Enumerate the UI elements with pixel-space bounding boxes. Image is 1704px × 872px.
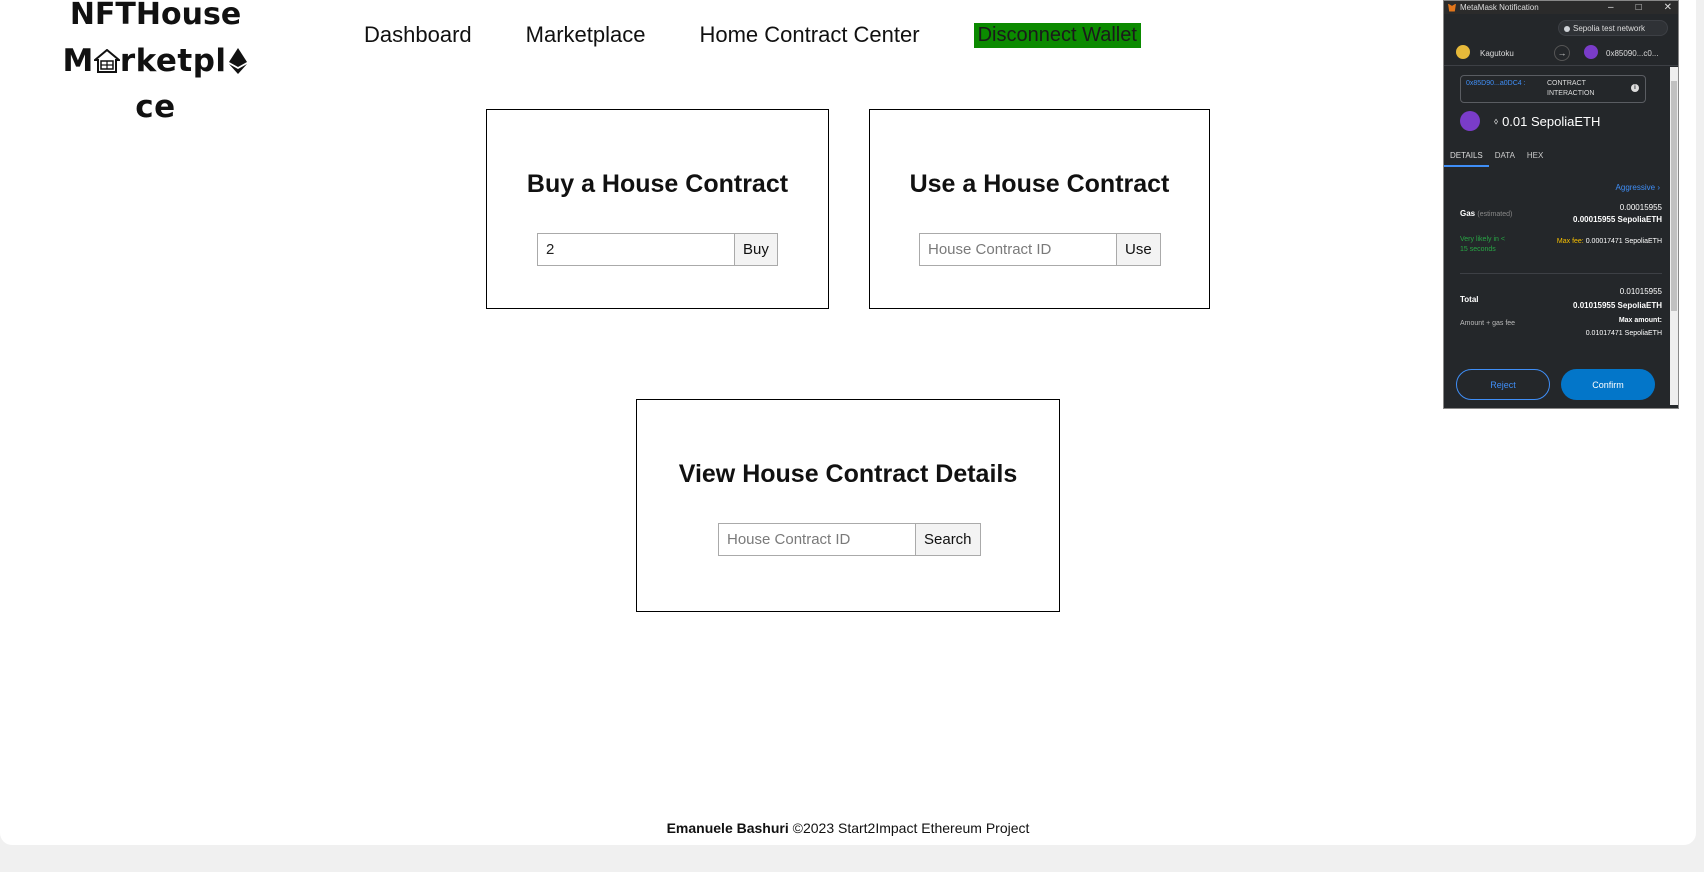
likely-text: Very likely in < 15 seconds bbox=[1460, 236, 1505, 253]
reject-button[interactable]: Reject bbox=[1456, 369, 1550, 400]
from-account-name: Kagutoku bbox=[1480, 49, 1514, 58]
gas-value: 0.00015955 bbox=[1619, 203, 1662, 212]
mm-details-panel: Aggressive › Gas (estimated) 0.00015955 … bbox=[1444, 167, 1678, 367]
nav-marketplace[interactable]: Marketplace bbox=[526, 22, 646, 48]
total-label: Total bbox=[1460, 295, 1479, 304]
to-account-address: 0x85090...c0... bbox=[1606, 49, 1659, 58]
close-icon[interactable]: ✕ bbox=[1664, 1, 1672, 14]
view-form: Search bbox=[718, 523, 981, 556]
logo-line1: NFTHouse bbox=[69, 0, 242, 32]
gas-estimated-label: (estimated) bbox=[1477, 211, 1513, 218]
tab-data[interactable]: DATA bbox=[1489, 145, 1521, 167]
use-button[interactable]: Use bbox=[1117, 233, 1161, 266]
footer-author: Emanuele Bashuri bbox=[666, 820, 789, 836]
max-amount-row: Amount + gas fee Max amount: 0.01017471 … bbox=[1460, 317, 1662, 341]
logo-line2-mid: rketpl bbox=[119, 43, 227, 79]
likely-row: Very likely in < 15 seconds Max fee: 0.0… bbox=[1460, 235, 1662, 259]
maximize-icon[interactable]: □ bbox=[1636, 1, 1642, 14]
contract-address-link[interactable]: 0x85D90...a0DC4 : bbox=[1466, 80, 1546, 87]
max-amount-label: Max amount: bbox=[1618, 317, 1662, 324]
view-contract-card: View House Contract Details Search bbox=[636, 399, 1060, 612]
main-nav: Dashboard Marketplace Home Contract Cent… bbox=[364, 22, 1141, 48]
use-contract-id-input[interactable] bbox=[919, 233, 1117, 266]
ethereum-icon bbox=[228, 48, 247, 74]
network-selector[interactable]: Sepolia test network bbox=[1558, 20, 1668, 36]
total-value: 0.01015955 bbox=[1619, 287, 1662, 296]
use-form: Use bbox=[919, 233, 1161, 266]
site-logo[interactable]: NFTHouse Mrketpl ce bbox=[48, 0, 263, 130]
mm-tabs: DETAILS DATA HEX bbox=[1444, 145, 1678, 168]
amount-value: 0.01 SepoliaETH bbox=[1502, 113, 1601, 129]
to-account-avatar bbox=[1584, 45, 1598, 59]
logo-line2: Mrketpl ce bbox=[48, 38, 263, 130]
minimize-icon[interactable]: – bbox=[1608, 1, 1614, 14]
mm-separator bbox=[1460, 273, 1662, 274]
buy-quantity-input[interactable] bbox=[537, 233, 735, 266]
from-account-avatar bbox=[1456, 45, 1470, 59]
total-value-eth: 0.01015955 SepoliaETH bbox=[1573, 301, 1662, 310]
contract-avatar bbox=[1460, 111, 1480, 131]
metamask-notification-window: MetaMask Notification – □ ✕ Sepolia test… bbox=[1443, 0, 1679, 409]
mm-accounts-row: Kagutoku → 0x85090...c0... bbox=[1444, 41, 1678, 66]
view-contract-id-input[interactable] bbox=[718, 523, 916, 556]
mm-titlebar: MetaMask Notification – □ ✕ bbox=[1444, 1, 1678, 14]
tab-details[interactable]: DETAILS bbox=[1444, 145, 1489, 167]
mm-window-controls: – □ ✕ bbox=[1608, 1, 1672, 14]
nav-dashboard[interactable]: Dashboard bbox=[364, 22, 472, 48]
total-row: Total 0.01015955 0.01015955 SepoliaETH bbox=[1460, 287, 1662, 311]
gas-label: Gas bbox=[1460, 209, 1476, 218]
mm-window-title: MetaMask Notification bbox=[1460, 3, 1539, 12]
gas-speed-link[interactable]: Aggressive › bbox=[1616, 183, 1660, 192]
buy-button[interactable]: Buy bbox=[735, 233, 778, 266]
mm-scrollbar-thumb[interactable] bbox=[1671, 81, 1677, 311]
nav-home-contract-center[interactable]: Home Contract Center bbox=[699, 22, 919, 48]
gas-row: Gas (estimated) 0.00015955 0.00015955 Se… bbox=[1460, 203, 1662, 227]
buy-form: Buy bbox=[537, 233, 778, 266]
max-amount-value: 0.01017471 SepoliaETH bbox=[1585, 330, 1662, 337]
disconnect-wallet-button[interactable]: Disconnect Wallet bbox=[973, 22, 1141, 48]
metamask-fox-icon bbox=[1448, 3, 1456, 12]
transaction-amount: ⬨ 0.01 SepoliaETH bbox=[1460, 111, 1600, 131]
buy-card-title: Buy a House Contract bbox=[526, 170, 789, 198]
max-fee-value: 0.00017471 SepoliaETH bbox=[1585, 238, 1662, 245]
arrow-right-icon: → bbox=[1554, 45, 1570, 61]
tab-hex[interactable]: HEX bbox=[1521, 145, 1549, 167]
info-icon[interactable]: i bbox=[1631, 84, 1639, 92]
search-button[interactable]: Search bbox=[916, 523, 981, 556]
confirm-button[interactable]: Confirm bbox=[1561, 369, 1655, 400]
gas-value-eth: 0.00015955 SepoliaETH bbox=[1573, 215, 1662, 224]
page: NFTHouse Mrketpl ce Dashboard Marketplace… bbox=[0, 0, 1696, 845]
contract-type-label: CONTRACT INTERACTION bbox=[1547, 80, 1595, 97]
eth-diamond-icon: ⬨ bbox=[1494, 115, 1499, 126]
view-card-title: View House Contract Details bbox=[678, 460, 1018, 488]
use-card-title: Use a House Contract bbox=[909, 170, 1170, 198]
house-icon bbox=[93, 49, 120, 73]
footer-copyright: ©2023 Start2Impact Ethereum Project bbox=[788, 820, 1030, 836]
use-contract-card: Use a House Contract Use bbox=[869, 109, 1210, 309]
logo-line2-start: M bbox=[62, 43, 94, 79]
amount-gas-label: Amount + gas fee bbox=[1460, 320, 1516, 327]
max-fee-label: Max fee: bbox=[1556, 238, 1584, 245]
buy-contract-card: Buy a House Contract Buy bbox=[486, 109, 829, 309]
logo-line2-end: ce bbox=[135, 89, 176, 125]
footer: Emanuele Bashuri ©2023 Start2Impact Ethe… bbox=[0, 820, 1696, 836]
contract-interaction-box: 0x85D90...a0DC4 : CONTRACT INTERACTION i bbox=[1460, 75, 1646, 103]
